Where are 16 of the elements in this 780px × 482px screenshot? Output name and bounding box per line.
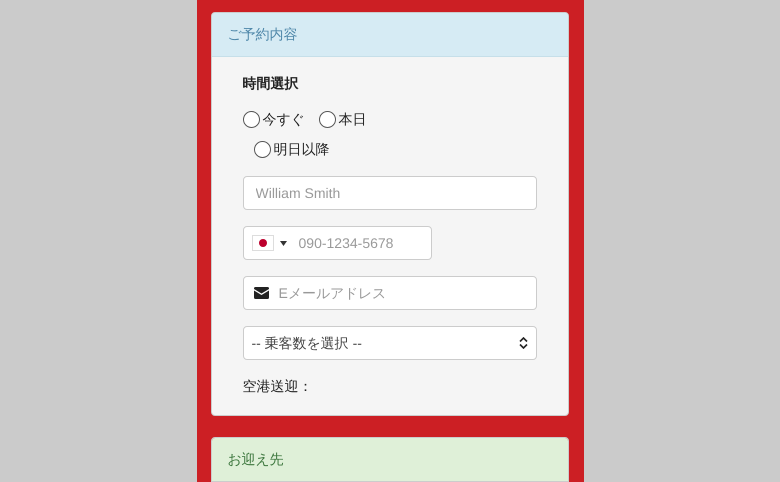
chevron-up-down-icon — [518, 337, 528, 349]
radio-option[interactable]: 本日 — [318, 109, 366, 130]
radio-button[interactable] — [242, 111, 260, 128]
japan-flag-icon[interactable] — [252, 235, 274, 251]
envelope-icon — [254, 287, 268, 299]
caret-icon[interactable] — [280, 240, 286, 246]
field-label: 時間選択 — [242, 74, 300, 93]
radio-option[interactable]: 今すぐ — [242, 109, 304, 130]
field-label: 空港送迎： — [242, 377, 314, 396]
passenger-select[interactable]: -- 乗客数を選択 -- — [242, 326, 536, 360]
panel-title: ご予約内容 — [228, 25, 298, 44]
radio-option[interactable]: 明日以降 — [254, 139, 330, 160]
panel-title: お迎え先 — [228, 450, 284, 469]
radio-button[interactable] — [318, 111, 336, 128]
radio-button[interactable] — [254, 141, 270, 158]
name-field[interactable]: William Smith — [242, 176, 536, 210]
